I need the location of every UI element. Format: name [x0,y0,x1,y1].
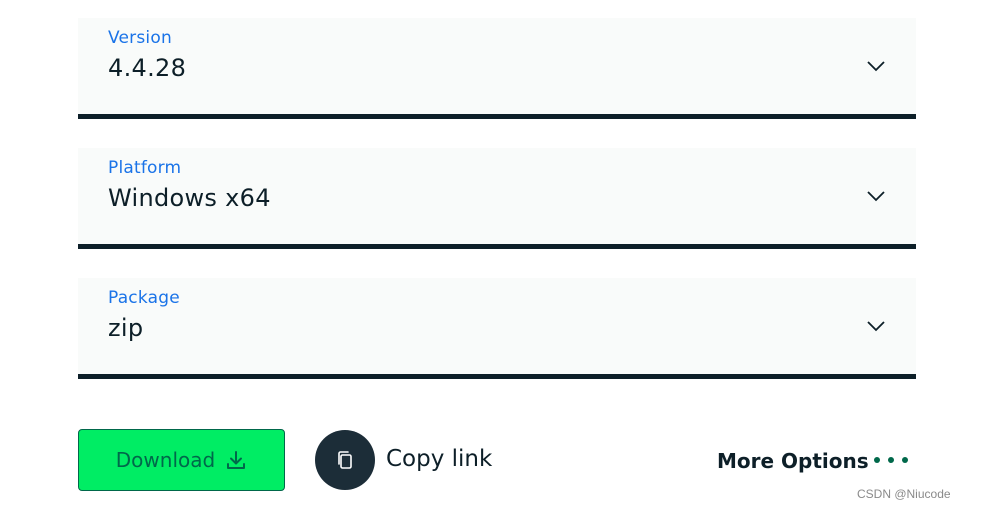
download-button[interactable]: Download [78,429,285,491]
copy-icon [338,451,352,469]
version-select[interactable]: Version 4.4.28 [78,18,916,119]
more-options-link[interactable]: More Options [717,449,869,473]
platform-value: Windows x64 [108,184,271,212]
platform-label: Platform [108,158,182,178]
download-button-label: Download [115,448,216,472]
copy-link-label[interactable]: Copy link [386,446,492,472]
package-select[interactable]: Package zip [78,278,916,379]
copy-link-button[interactable] [315,430,375,490]
watermark-text: CSDN @Niucode [857,487,951,501]
platform-select[interactable]: Platform Windows x64 [78,148,916,249]
version-label: Version [108,28,172,48]
package-label: Package [108,288,180,308]
version-value: 4.4.28 [108,54,187,82]
chevron-down-icon [867,321,885,332]
chevron-down-icon [867,61,885,72]
chevron-down-icon [867,191,885,202]
package-value: zip [108,314,144,342]
ellipsis-icon[interactable] [872,455,912,465]
download-icon [227,451,246,469]
download-page: Version 4.4.28 Platform Windows x64 Pack… [0,0,992,509]
